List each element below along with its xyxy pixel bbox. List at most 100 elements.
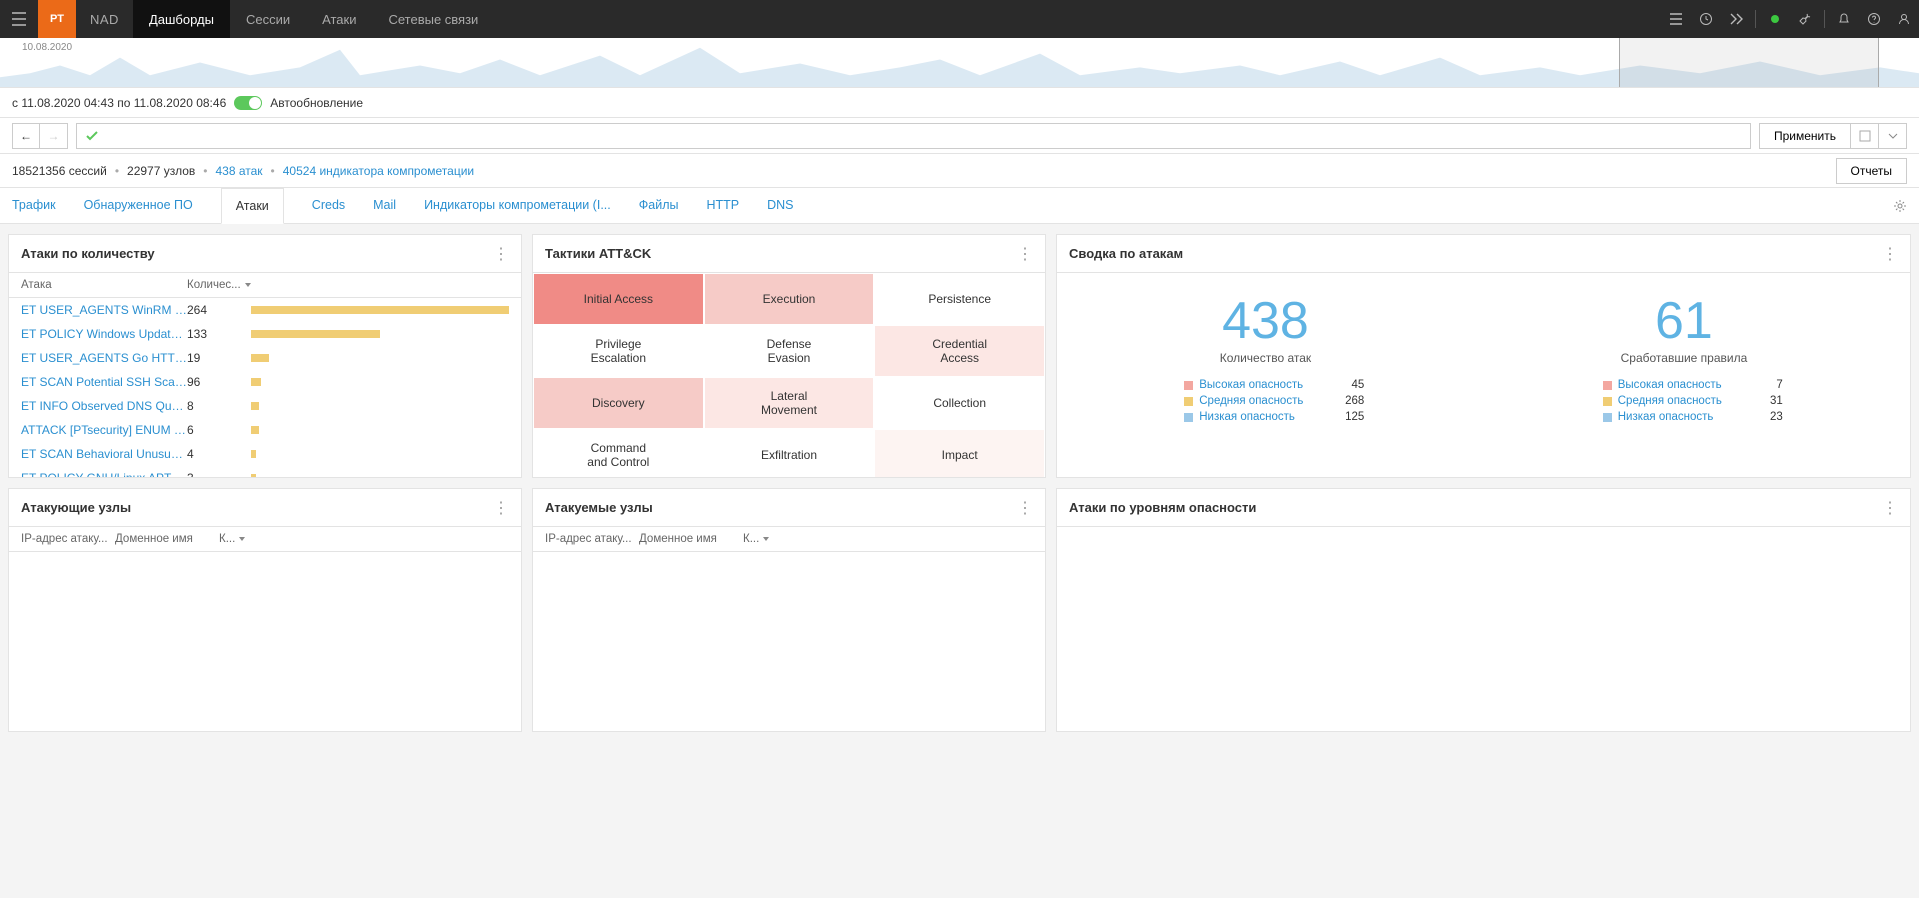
col-count[interactable]: Количес... [187, 279, 252, 291]
filter-dropdown-button[interactable] [1879, 123, 1907, 149]
attck-cell[interactable]: CredentialAccess [874, 325, 1045, 377]
list-icon[interactable] [1661, 0, 1691, 38]
severity-legend-row[interactable]: Высокая опасность7 [1603, 377, 1783, 393]
panel-menu-icon[interactable]: ⋮ [1882, 498, 1898, 518]
attck-cell[interactable]: Initial Access [533, 273, 704, 325]
nav-item-1[interactable]: Сессии [230, 0, 306, 38]
col-count[interactable]: К... [743, 533, 783, 545]
table-row[interactable]: ET POLICY GNU/Linux APT Use...3 [9, 466, 521, 477]
severity-legend-row[interactable]: Низкая опасность125 [1184, 409, 1364, 425]
status-indicator[interactable] [1760, 0, 1790, 38]
attck-cell[interactable]: Exfiltration [704, 429, 875, 477]
main-nav: ДашбордыСессииАтакиСетевые связи [133, 0, 494, 38]
attack-count: 19 [187, 351, 251, 365]
attack-name-link[interactable]: ET POLICY Windows Update P... [21, 327, 187, 341]
tab-5[interactable]: Индикаторы компрометации (I... [424, 188, 611, 223]
attck-cell[interactable]: Collection [874, 377, 1045, 429]
attack-total: 438 [1220, 291, 1311, 351]
table-row[interactable]: ET POLICY Windows Update P...133 [9, 322, 521, 346]
attack-name-link[interactable]: ET USER_AGENTS Go HTTP Cli... [21, 351, 187, 365]
severity-legend-row[interactable]: Средняя опасность268 [1184, 393, 1364, 409]
table-row[interactable]: ET SCAN Behavioral Unusual P...4 [9, 442, 521, 466]
attck-cell[interactable]: Commandand Control [533, 429, 704, 477]
nav-item-2[interactable]: Атаки [306, 0, 372, 38]
save-filter-button[interactable] [1851, 123, 1879, 149]
sort-icon [238, 535, 246, 543]
panel-title: Тактики ATT&CK [545, 246, 651, 261]
nav-item-3[interactable]: Сетевые связи [372, 0, 494, 38]
tab-2[interactable]: Атаки [221, 188, 284, 224]
col-ip[interactable]: IP-адрес атаку... [21, 533, 115, 545]
panel-menu-icon[interactable]: ⋮ [1017, 244, 1033, 264]
check-icon [85, 129, 99, 143]
attck-cell[interactable]: Discovery [533, 377, 704, 429]
table-row[interactable]: ET INFO Observed DNS Query t...8 [9, 394, 521, 418]
attack-name-link[interactable]: ET SCAN Behavioral Unusual P... [21, 447, 187, 461]
attack-name-link[interactable]: ET POLICY GNU/Linux APT Use... [21, 471, 187, 477]
skip-icon[interactable] [1721, 0, 1751, 38]
user-icon[interactable] [1889, 0, 1919, 38]
attck-cell[interactable]: DefenseEvasion [704, 325, 875, 377]
attack-name-link[interactable]: ET USER_AGENTS WinRM User... [21, 303, 187, 317]
tab-7[interactable]: HTTP [706, 188, 739, 223]
attack-total-label: Количество атак [1220, 351, 1311, 365]
col-domain[interactable]: Доменное имя [115, 533, 219, 545]
attack-name-link[interactable]: ET INFO Observed DNS Query t... [21, 399, 187, 413]
timeline-chart[interactable]: 10.08.2020 [0, 38, 1919, 88]
attck-cell[interactable]: Impact [874, 429, 1045, 477]
tab-8[interactable]: DNS [767, 188, 793, 223]
panel-menu-icon[interactable]: ⋮ [493, 498, 509, 518]
severity-legend-row[interactable]: Средняя опасность31 [1603, 393, 1783, 409]
tab-6[interactable]: Файлы [639, 188, 679, 223]
severity-legend-row[interactable]: Низкая опасность23 [1603, 409, 1783, 425]
gear-icon[interactable] [1893, 188, 1907, 223]
panel-attacks-count: Атаки по количеству ⋮ Атака Количес... E… [8, 234, 522, 478]
attck-cell[interactable]: Persistence [874, 273, 1045, 325]
severity-donut-chart [1399, 539, 1569, 709]
table-row[interactable]: ET USER_AGENTS Go HTTP Cli...19 [9, 346, 521, 370]
autorefresh-toggle[interactable] [234, 96, 262, 110]
nav-item-0[interactable]: Дашборды [133, 0, 230, 38]
sort-icon [762, 535, 770, 543]
severity-legend-row[interactable]: Высокая опасность45 [1184, 377, 1364, 393]
time-range-row: с 11.08.2020 04:43 по 11.08.2020 08:46 А… [0, 88, 1919, 118]
col-count[interactable]: К... [219, 533, 259, 545]
attack-name-link[interactable]: ET SCAN Potential SSH Scan O... [21, 375, 187, 389]
wrench-icon[interactable] [1790, 0, 1820, 38]
col-domain[interactable]: Доменное имя [639, 533, 743, 545]
timeline-selection[interactable] [1619, 38, 1879, 87]
reports-button[interactable]: Отчеты [1836, 158, 1907, 184]
attck-cell[interactable]: PrivilegeEscalation [533, 325, 704, 377]
table-row[interactable]: ATTACK [PTsecurity] ENUM info...6 [9, 418, 521, 442]
tab-4[interactable]: Mail [373, 188, 396, 223]
table-header: Атака Количес... [9, 273, 521, 298]
clock-icon[interactable] [1691, 0, 1721, 38]
ioc-count-link[interactable]: 40524 индикатора компрометации [283, 164, 474, 178]
attck-cell[interactable]: Execution [704, 273, 875, 325]
table-row[interactable]: ET USER_AGENTS WinRM User...264 [9, 298, 521, 322]
panel-menu-icon[interactable]: ⋮ [1882, 244, 1898, 264]
help-icon[interactable] [1859, 0, 1889, 38]
time-range-text: с 11.08.2020 04:43 по 11.08.2020 08:46 [12, 96, 226, 110]
panel-title: Атаки по уровням опасности [1069, 500, 1256, 515]
header-right [1661, 0, 1919, 38]
nav-forward-button[interactable]: → [40, 123, 68, 149]
hamburger-icon[interactable] [0, 0, 38, 38]
nav-back-button[interactable]: ← [12, 123, 40, 149]
attck-cell[interactable]: LateralMovement [704, 377, 875, 429]
panel-menu-icon[interactable]: ⋮ [1017, 498, 1033, 518]
dashboard-grid: Атаки по количеству ⋮ Атака Количес... E… [0, 224, 1919, 742]
tab-3[interactable]: Creds [312, 188, 345, 223]
apply-filter-button[interactable]: Применить [1759, 123, 1851, 149]
table-row[interactable]: ET SCAN Potential SSH Scan O...96 [9, 370, 521, 394]
tab-1[interactable]: Обнаруженное ПО [84, 188, 193, 223]
attacks-count-link[interactable]: 438 атак [215, 164, 262, 178]
col-ip[interactable]: IP-адрес атаку... [545, 533, 639, 545]
attack-name-link[interactable]: ATTACK [PTsecurity] ENUM info... [21, 423, 187, 437]
col-attack[interactable]: Атака [21, 279, 187, 291]
table-header: IP-адрес атаку... Доменное имя К... [533, 527, 1045, 552]
panel-menu-icon[interactable]: ⋮ [493, 244, 509, 264]
filter-input[interactable] [76, 123, 1751, 149]
tab-0[interactable]: Трафик [12, 188, 56, 223]
bell-icon[interactable] [1829, 0, 1859, 38]
